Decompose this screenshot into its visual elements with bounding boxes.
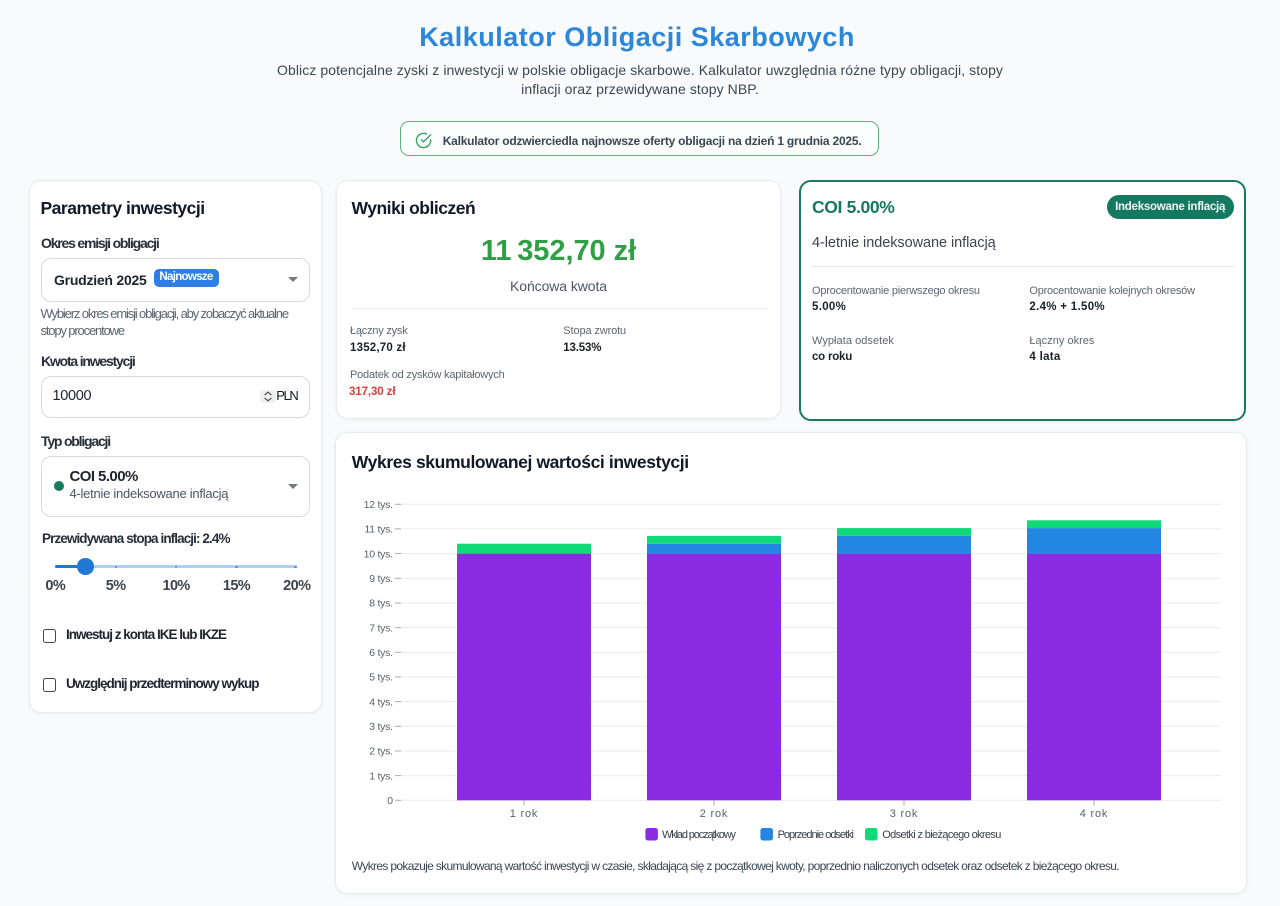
- svg-text:8 tys.: 8 tys.: [369, 598, 393, 610]
- svg-text:0: 0: [387, 795, 393, 807]
- svg-text:11 tys.: 11 tys.: [364, 524, 392, 536]
- svg-text:Wkład początkowy: Wkład początkowy: [662, 829, 737, 841]
- svg-text:5 tys.: 5 tys.: [369, 672, 393, 684]
- svg-text:Odsetki z bieżącego okresu: Odsetki z bieżącego okresu: [882, 829, 1001, 841]
- svg-text:1 tys.: 1 tys.: [369, 770, 393, 782]
- svg-text:4 tys.: 4 tys.: [369, 696, 393, 708]
- svg-text:1 rok: 1 rok: [510, 808, 538, 820]
- svg-text:4 rok: 4 rok: [1080, 808, 1108, 820]
- svg-text:2 rok: 2 rok: [700, 808, 728, 820]
- svg-text:3 tys.: 3 tys.: [369, 721, 393, 733]
- svg-text:2 tys.: 2 tys.: [369, 746, 393, 758]
- svg-text:12 tys.: 12 tys.: [364, 499, 393, 511]
- svg-text:10 tys.: 10 tys.: [364, 548, 393, 560]
- svg-text:6 tys.: 6 tys.: [369, 647, 393, 659]
- svg-text:7 tys.: 7 tys.: [369, 622, 393, 634]
- svg-text:3 rok: 3 rok: [890, 808, 918, 820]
- svg-text:9 tys.: 9 tys.: [369, 573, 393, 585]
- svg-text:Poprzednie odsetki: Poprzednie odsetki: [778, 829, 854, 841]
